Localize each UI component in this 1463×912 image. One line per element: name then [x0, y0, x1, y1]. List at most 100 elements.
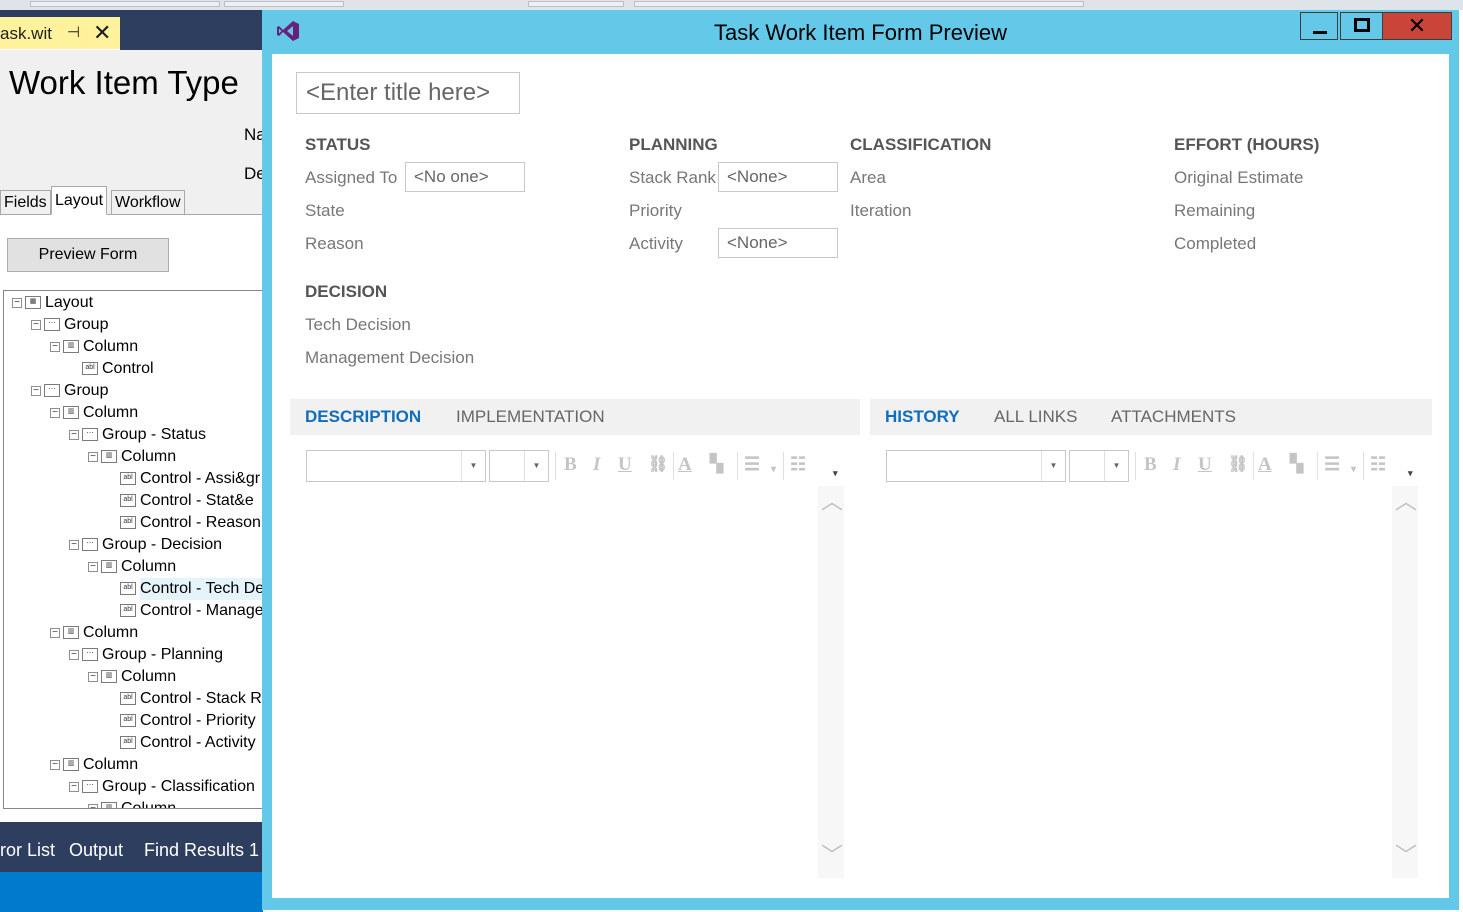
tab-description[interactable]: DESCRIPTION	[305, 407, 421, 427]
close-icon[interactable]: ✕	[93, 20, 111, 46]
expander-icon[interactable]: −	[69, 782, 79, 792]
expander-icon[interactable]	[107, 716, 117, 726]
scroll-up-icon[interactable]: ︿	[821, 484, 843, 516]
expander-icon[interactable]: −	[31, 386, 41, 396]
font-size-select[interactable]: ▼	[489, 450, 549, 482]
tree-node-label: Group - Classification	[102, 778, 255, 795]
tree-node-label: Group	[64, 382, 109, 399]
overflow-icon[interactable]: ▾	[833, 468, 838, 479]
activity-field[interactable]: <None>	[718, 228, 838, 258]
description-text-area[interactable]	[306, 486, 818, 878]
italic-icon[interactable]: I	[593, 454, 600, 476]
bullet-list-icon[interactable]: ☷	[1370, 454, 1386, 475]
font-family-select[interactable]: ▼	[306, 450, 486, 482]
tree-node-label: Layout	[45, 294, 94, 311]
minimize-button[interactable]	[1300, 12, 1338, 40]
bold-icon[interactable]: B	[1144, 454, 1157, 476]
overflow-icon[interactable]: ▾	[1408, 468, 1413, 479]
expander-icon[interactable]: −	[88, 672, 98, 682]
preview-form-button[interactable]: Preview Form	[7, 238, 169, 272]
link-icon[interactable]: ⛓	[648, 454, 668, 474]
layout-tree[interactable]: − ▦ Layout − ⋯ Group − ▥ Column abl Control − ⋯ Group…	[3, 290, 263, 809]
field-label-assigned-to: Assigned To	[305, 168, 398, 187]
expander-icon[interactable]: −	[69, 430, 79, 440]
tab-workflow[interactable]: Workflow	[111, 190, 185, 214]
maximize-button[interactable]	[1340, 12, 1384, 40]
tree-node-label: Control - Stack R	[140, 690, 262, 707]
expander-icon[interactable]	[107, 738, 117, 748]
chevron-down-icon: ▼	[461, 451, 485, 481]
stack-rank-field[interactable]: <None>	[718, 162, 838, 192]
toolbar-divider	[1135, 452, 1136, 480]
link-icon[interactable]: ⛓	[1228, 454, 1248, 474]
scroll-down-icon[interactable]: ﹀	[1395, 838, 1417, 870]
tab-all-links[interactable]: ALL LINKS	[994, 407, 1077, 427]
font-family-select[interactable]: ▼	[886, 450, 1066, 482]
tab-output[interactable]: Output	[69, 840, 123, 861]
expander-icon[interactable]	[69, 364, 79, 374]
bullet-list-icon[interactable]: ☷	[790, 454, 806, 475]
pin-icon[interactable]: ⊣	[67, 23, 80, 41]
field-label-reason: Reason	[305, 234, 364, 253]
control-icon: abl	[120, 494, 136, 507]
expander-icon[interactable]: −	[88, 562, 98, 572]
font-color-icon[interactable]: A	[1258, 454, 1272, 476]
tab-history[interactable]: HISTORY	[885, 407, 960, 427]
expander-icon[interactable]	[107, 584, 117, 594]
vertical-scrollbar[interactable]: ︿ ﹀	[1392, 486, 1418, 878]
document-tab-strip	[0, 10, 120, 17]
font-size-select[interactable]: ▼	[1069, 450, 1129, 482]
title-input[interactable]: <Enter title here>	[296, 72, 520, 114]
scroll-down-icon[interactable]: ﹀	[821, 838, 843, 870]
tab-attachments[interactable]: ATTACHMENTS	[1111, 407, 1236, 427]
expander-icon[interactable]	[107, 496, 117, 506]
align-icon[interactable]: ☰	[1324, 454, 1340, 475]
expander-icon[interactable]	[107, 694, 117, 704]
expander-icon[interactable]: −	[50, 628, 60, 638]
tab-error-list[interactable]: ror List	[0, 840, 55, 861]
toolbar-item[interactable]	[224, 1, 344, 7]
history-text-area[interactable]	[886, 486, 1392, 878]
chevron-down-icon[interactable]: ▾	[771, 464, 776, 475]
tab-implementation[interactable]: IMPLEMENTATION	[456, 407, 605, 427]
tab-layout[interactable]: Layout	[51, 186, 108, 215]
vertical-scrollbar[interactable]: ︿ ﹀	[818, 486, 844, 878]
field-label-tech-decision: Tech Decision	[305, 315, 411, 334]
assigned-to-field[interactable]: <No one>	[405, 162, 525, 192]
expander-icon[interactable]: −	[69, 650, 79, 660]
tab-find-results[interactable]: Find Results 1	[144, 840, 259, 861]
font-color-icon[interactable]: A	[678, 454, 692, 476]
toolbar-item[interactable]	[30, 1, 220, 7]
expander-icon[interactable]	[107, 518, 117, 528]
tab-fields[interactable]: Fields	[0, 190, 51, 214]
underline-icon[interactable]: U	[1198, 454, 1212, 476]
scroll-up-icon[interactable]: ︿	[1395, 484, 1417, 516]
expander-icon[interactable]: −	[50, 342, 60, 352]
minimize-icon	[1313, 31, 1327, 34]
italic-icon[interactable]: I	[1173, 454, 1180, 476]
toolbar-item[interactable]	[528, 1, 624, 7]
chevron-down-icon[interactable]: ▾	[1351, 464, 1356, 475]
left-tab-strip: DESCRIPTION IMPLEMENTATION	[290, 399, 860, 435]
expander-icon[interactable]: −	[12, 298, 22, 308]
toolbar-item[interactable]	[634, 1, 1084, 7]
expander-icon[interactable]: −	[88, 452, 98, 462]
expander-icon[interactable]: −	[31, 320, 41, 330]
tree-node-label: Control - Priority	[140, 712, 256, 729]
tree-node-label: Group - Decision	[102, 536, 223, 553]
align-icon[interactable]: ☰	[744, 454, 760, 475]
bold-icon[interactable]: B	[564, 454, 577, 476]
column-icon: ▥	[101, 670, 117, 683]
underline-icon[interactable]: U	[618, 454, 632, 476]
expander-icon[interactable]: −	[88, 804, 98, 808]
expander-icon[interactable]	[107, 474, 117, 484]
expander-icon[interactable]	[107, 606, 117, 616]
document-tab[interactable]: ask.wit ⊣ ✕	[0, 17, 120, 49]
expander-icon[interactable]: −	[50, 408, 60, 418]
highlight-icon[interactable]: ▚	[710, 454, 723, 474]
expander-icon[interactable]: −	[50, 760, 60, 770]
close-button[interactable]: ✕	[1382, 12, 1452, 40]
expander-icon[interactable]: −	[69, 540, 79, 550]
tree-node-label: Column	[121, 800, 177, 809]
highlight-icon[interactable]: ▚	[1290, 454, 1303, 474]
